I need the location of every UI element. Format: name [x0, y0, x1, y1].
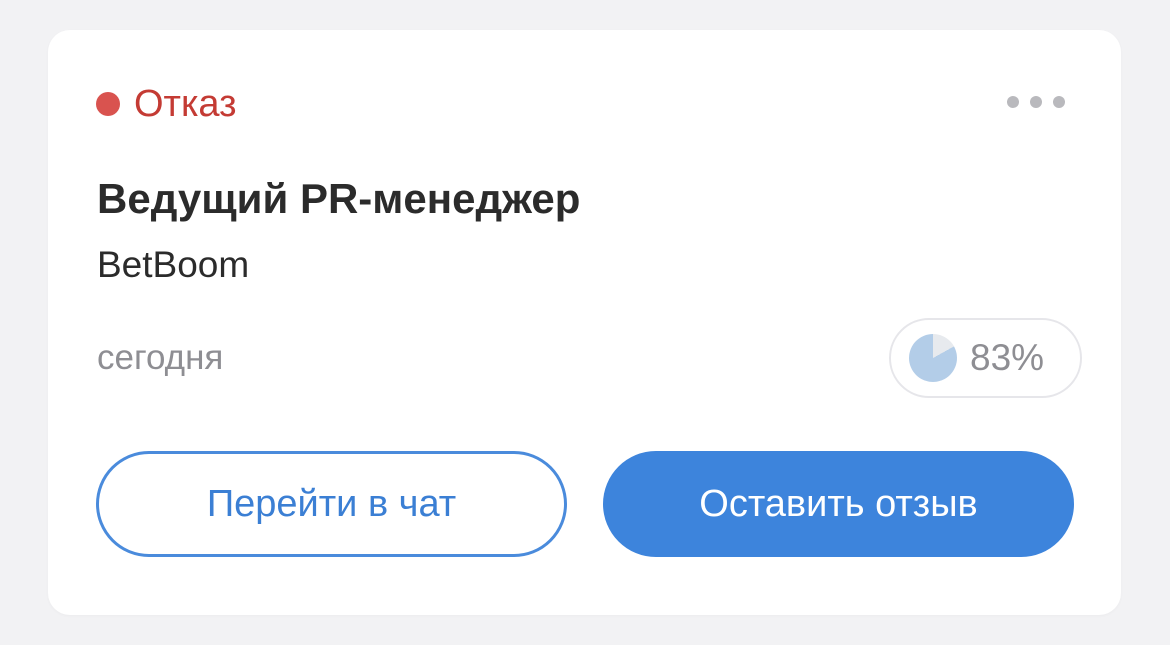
match-score-value: 83% — [970, 337, 1045, 378]
job-title[interactable]: Ведущий PR-менеджер — [97, 173, 580, 225]
pie-progress-icon — [909, 334, 957, 382]
go-to-chat-button[interactable]: Перейти в чат — [96, 451, 567, 557]
leave-review-button[interactable]: Оставить отзыв — [603, 451, 1074, 557]
status-label: Отказ — [134, 83, 237, 125]
more-horizontal-icon — [1053, 96, 1065, 108]
status-dot-icon — [96, 92, 120, 116]
more-options-button[interactable] — [1007, 92, 1065, 112]
application-card: Отказ Ведущий PR-менеджер BetBoom сегодн… — [48, 30, 1121, 615]
application-date: сегодня — [97, 338, 224, 377]
status-badge: Отказ — [96, 82, 237, 126]
company-name[interactable]: BetBoom — [97, 242, 249, 288]
more-horizontal-icon — [1007, 96, 1019, 108]
more-horizontal-icon — [1030, 96, 1042, 108]
match-score-badge[interactable]: 83% — [889, 318, 1082, 398]
